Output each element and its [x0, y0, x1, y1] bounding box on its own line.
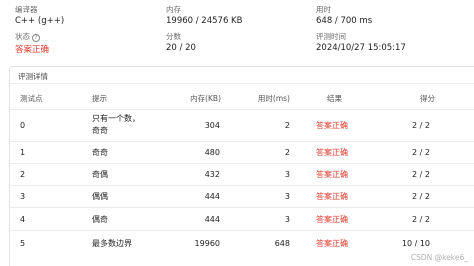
- compiler-value: C++ (g++): [15, 16, 65, 26]
- row-result: 答案正确: [316, 192, 348, 201]
- row-result: 答案正确: [316, 148, 348, 157]
- row-id: 2: [20, 170, 26, 179]
- row-time: 3: [284, 192, 290, 201]
- help-icon[interactable]: ?: [32, 34, 40, 42]
- row-time: 3: [284, 215, 290, 224]
- submission-summary: 编译器 C++ (g++) 内存 19960 / 24576 KB 用时 648…: [0, 0, 474, 56]
- row-result: 答案正确: [316, 170, 348, 179]
- row-time: 2: [284, 121, 290, 130]
- watermark: CSDN @keke6_: [410, 253, 468, 262]
- table-row: 1 奇奇 480 2 答案正确 2 / 2: [10, 142, 474, 164]
- col-header-testcase: 测试点: [20, 94, 43, 103]
- row-hint: 最多数边界: [92, 239, 132, 248]
- row-id: 0: [20, 121, 26, 130]
- row-hint: 偶偶: [92, 192, 108, 201]
- status-value: 答案正确: [15, 45, 50, 55]
- col-header-memory: 内存(KB): [190, 94, 221, 103]
- row-memory: 304: [204, 121, 220, 130]
- memory-label: 内存: [166, 5, 181, 14]
- row-time: 3: [284, 170, 290, 179]
- row-hint: 奇偶: [92, 170, 108, 179]
- row-time: 2: [284, 148, 290, 157]
- row-result: 答案正确: [316, 215, 348, 224]
- col-header-hint: 提示: [92, 94, 107, 103]
- row-id: 4: [20, 215, 26, 224]
- row-hint: 偶奇: [92, 215, 108, 224]
- memory-value: 19960 / 24576 KB: [166, 16, 243, 26]
- eval-time-label: 评测时间: [316, 32, 346, 41]
- row-memory: 19960: [194, 239, 220, 248]
- table-row: 2 奇偶 432 3 答案正确 2 / 2: [10, 164, 474, 186]
- time-value: 648 / 700 ms: [316, 16, 373, 26]
- table-row: 3 偶偶 444 3 答案正确 2 / 2: [10, 186, 474, 208]
- row-id: 1: [20, 148, 26, 157]
- row-hint-line2: 奇奇: [92, 126, 108, 135]
- status-label: 状态: [15, 32, 30, 41]
- status-label-wrap: 状态?: [15, 31, 40, 42]
- row-memory: 444: [204, 215, 220, 224]
- row-hint: 只有一个数，: [92, 114, 140, 123]
- row-hint: 奇奇: [92, 148, 108, 157]
- row-memory: 444: [204, 192, 220, 201]
- time-label: 用时: [316, 5, 331, 14]
- col-header-time: 用时(ms): [257, 94, 290, 103]
- row-score: 2 / 2: [412, 192, 430, 201]
- row-memory: 480: [204, 148, 220, 157]
- row-score: 2 / 2: [412, 215, 430, 224]
- score-value: 20 / 20: [166, 43, 196, 53]
- col-header-score: 得分: [420, 94, 435, 103]
- row-score: 2 / 2: [412, 170, 430, 179]
- eval-time-value: 2024/10/27 15:05:17: [316, 43, 406, 53]
- row-score: 2 / 2: [412, 148, 430, 157]
- row-memory: 432: [204, 170, 220, 179]
- compiler-label: 编译器: [15, 5, 38, 14]
- row-time: 648: [274, 239, 290, 248]
- divider: [10, 83, 474, 84]
- row-score: 2 / 2: [412, 121, 430, 130]
- row-id: 3: [20, 192, 26, 201]
- details-panel: 评测详情 测试点 提示 内存(KB) 用时(ms) 结果 得分 0 只有一个数，…: [9, 66, 474, 266]
- col-header-result: 结果: [327, 94, 342, 103]
- table-row: 4 偶奇 444 3 答案正确 2 / 2: [10, 208, 474, 231]
- score-label: 分数: [166, 32, 181, 41]
- table-row: 0 只有一个数， 奇奇 304 2 答案正确 2 / 2: [10, 109, 474, 142]
- row-result: 答案正确: [316, 239, 348, 248]
- row-score: 10 / 10: [401, 239, 430, 248]
- table-row: 5 最多数边界 19960 648 答案正确 10 / 10: [10, 231, 474, 257]
- row-id: 5: [20, 239, 26, 248]
- details-title: 评测详情: [18, 72, 48, 81]
- row-result: 答案正确: [316, 121, 348, 130]
